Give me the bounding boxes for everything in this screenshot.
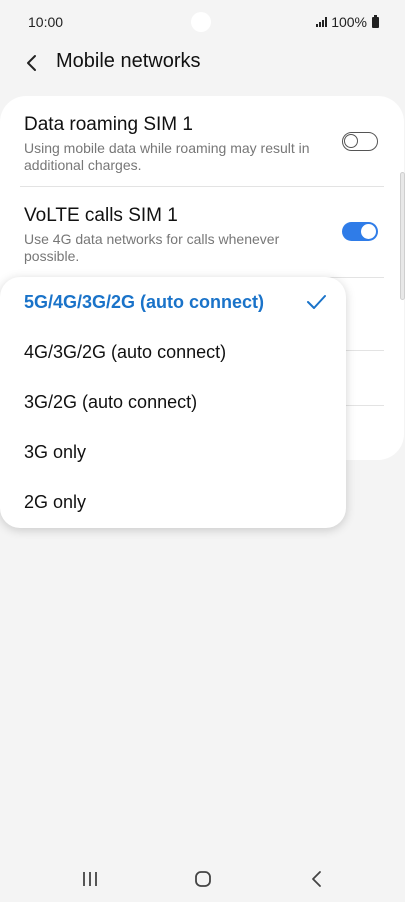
toggle-knob xyxy=(361,224,376,239)
status-bar: 10:00 100% xyxy=(0,0,405,44)
network-mode-option[interactable]: 2G only xyxy=(0,478,346,528)
network-mode-option[interactable]: 3G/2G (auto connect) xyxy=(0,378,346,428)
signal-icon xyxy=(316,17,328,27)
back-icon[interactable] xyxy=(302,866,332,892)
network-mode-option[interactable]: 3G only xyxy=(0,428,346,478)
option-label: 2G only xyxy=(24,492,87,512)
recents-icon[interactable] xyxy=(75,866,105,892)
data-roaming-toggle[interactable] xyxy=(342,132,378,151)
navigation-bar xyxy=(0,856,405,902)
page-title: Mobile networks xyxy=(56,50,201,72)
setting-volte-calls[interactable]: VoLTE calls SIM 1 Use 4G data networks f… xyxy=(0,187,404,277)
option-label: 5G/4G/3G/2G (auto connect) xyxy=(24,292,265,312)
camera-hole xyxy=(191,12,211,32)
setting-title: Data roaming SIM 1 xyxy=(24,114,193,135)
toggle-knob xyxy=(344,134,358,148)
header: Mobile networks xyxy=(0,44,405,80)
volte-calls-toggle[interactable] xyxy=(342,222,378,241)
option-label: 3G only xyxy=(24,442,87,462)
checkmark-icon xyxy=(306,292,326,312)
network-mode-option[interactable]: 4G/3G/2G (auto connect) xyxy=(0,328,346,378)
status-icons: 100% xyxy=(316,14,379,30)
home-icon[interactable] xyxy=(188,866,218,892)
back-arrow-icon[interactable] xyxy=(16,48,46,78)
network-mode-option[interactable]: 5G/4G/3G/2G (auto connect) xyxy=(0,278,346,328)
scroll-indicator[interactable] xyxy=(400,172,405,300)
battery-percent: 100% xyxy=(331,14,367,30)
screen: 10:00 100% Mobile networks Data roaming … xyxy=(0,0,405,902)
battery-icon xyxy=(372,14,379,28)
option-label: 3G/2G (auto connect) xyxy=(24,392,198,412)
status-time: 10:00 xyxy=(28,14,64,30)
setting-title: VoLTE calls SIM 1 xyxy=(24,205,178,226)
setting-description: Using mobile data while roaming may resu… xyxy=(24,140,310,173)
setting-data-roaming[interactable]: Data roaming SIM 1 Using mobile data whi… xyxy=(0,96,404,186)
setting-description: Use 4G data networks for calls whenever … xyxy=(24,231,280,264)
network-mode-menu: 5G/4G/3G/2G (auto connect) 4G/3G/2G (aut… xyxy=(0,277,346,528)
option-label: 4G/3G/2G (auto connect) xyxy=(24,342,227,362)
